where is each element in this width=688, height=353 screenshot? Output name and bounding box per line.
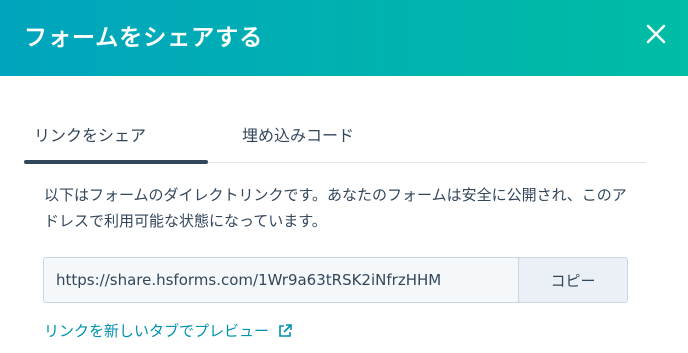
- dialog-header: フォームをシェアする: [0, 0, 688, 76]
- close-icon[interactable]: [646, 24, 666, 44]
- tab-share-link[interactable]: リンクをシェア: [34, 122, 196, 146]
- tab-share-link-label: リンクをシェア: [34, 126, 147, 145]
- preview-link[interactable]: リンクを新しいタブでプレビュー: [44, 320, 292, 341]
- tab-embed-code[interactable]: 埋め込みコード: [242, 122, 354, 146]
- tab-embed-code-label: 埋め込みコード: [242, 126, 355, 145]
- share-description: 以下はフォームのダイレクトリンクです。あなたのフォームは安全に公開され、このアド…: [44, 186, 627, 230]
- dialog-title: フォームをシェアする: [24, 25, 264, 51]
- external-link-icon: [278, 324, 292, 337]
- share-form-dialog: フォームをシェアする リンクをシェア 埋め込みコード 以下はフォームのダイレクト…: [0, 0, 688, 353]
- share-url-input[interactable]: [43, 257, 519, 303]
- copy-button[interactable]: コピー: [518, 257, 628, 303]
- active-tab-indicator: [24, 160, 208, 164]
- preview-link-label: リンクを新しいタブでプレビュー: [44, 322, 270, 340]
- share-tabs: リンクをシェア 埋め込みコード: [24, 116, 646, 164]
